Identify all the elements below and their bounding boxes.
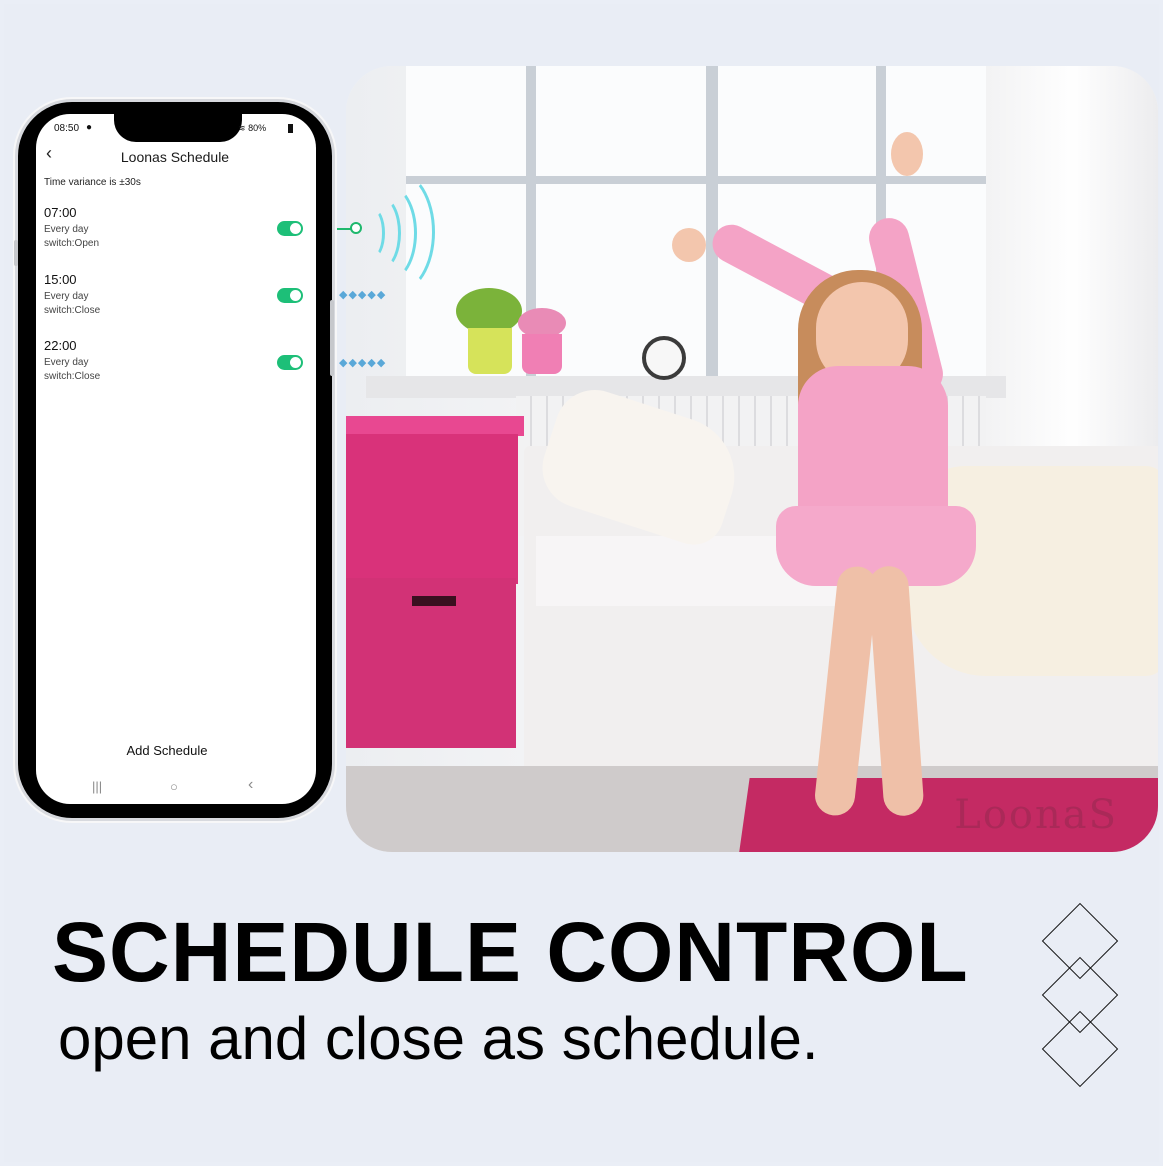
box-handle: [412, 596, 456, 606]
time-variance-note: Time variance is ±30s: [44, 177, 141, 188]
girl-right-hand: [891, 132, 923, 176]
schedule-toggle-2[interactable]: [277, 288, 303, 303]
headline-title: SCHEDULE CONTROL: [52, 905, 969, 999]
schedule-time: 07:00: [44, 205, 77, 220]
add-schedule-button[interactable]: Add Schedule: [100, 743, 234, 758]
wifi-icon: ≋: [238, 123, 246, 133]
schedule-action: switch:Close: [44, 305, 101, 316]
schedule-time: 15:00: [44, 272, 77, 287]
status-time: 08:50: [54, 123, 80, 134]
pot-2: [522, 334, 562, 374]
schedule-time: 22:00: [44, 338, 77, 353]
phone-notch: [114, 104, 242, 142]
schedule-action: switch:Open: [44, 238, 100, 249]
home-icon[interactable]: ○: [170, 779, 178, 794]
recent-apps-icon[interactable]: |||: [92, 779, 102, 794]
dotted-connector-1: ◆◆◆◆◆: [339, 289, 387, 301]
pot-1: [468, 328, 512, 374]
schedule-repeat: Every day: [44, 357, 89, 368]
schedule-toggle-1[interactable]: [277, 221, 303, 236]
pink-box-top: [346, 434, 518, 584]
headline-subtitle: open and close as schedule.: [58, 1005, 819, 1072]
schedule-repeat: Every day: [44, 291, 89, 302]
bedroom-photo: LoonaS: [346, 66, 1158, 852]
phone-volume-button: [14, 240, 18, 266]
schedule-item-1[interactable]: 07:00 Every day switch:Open: [44, 205, 284, 251]
screen-title: Loonas Schedule: [120, 149, 230, 165]
battery-icon: [288, 124, 293, 133]
status-battery-percent: ≋ 80%: [238, 123, 267, 133]
schedule-action: switch:Close: [44, 371, 101, 382]
back-chevron-icon[interactable]: ‹: [46, 144, 60, 162]
pink-box-lid: [346, 416, 524, 436]
schedule-repeat: Every day: [44, 224, 89, 235]
back-nav-icon[interactable]: ‹: [248, 776, 253, 794]
dotted-connector-2: ◆◆◆◆◆: [339, 357, 387, 369]
signal-wave-4: [358, 170, 435, 294]
schedule-item-2[interactable]: 15:00 Every day switch:Close: [44, 272, 284, 318]
girl-left-hand: [672, 228, 706, 262]
schedule-toggle-3[interactable]: [277, 355, 303, 370]
loonas-watermark: LoonaS: [954, 792, 1118, 838]
schedule-item-3[interactable]: 22:00 Every day switch:Close: [44, 338, 284, 384]
alarm-clock: [642, 336, 686, 380]
phone-power-button: [330, 300, 334, 376]
wechat-icon: ●: [86, 122, 93, 133]
